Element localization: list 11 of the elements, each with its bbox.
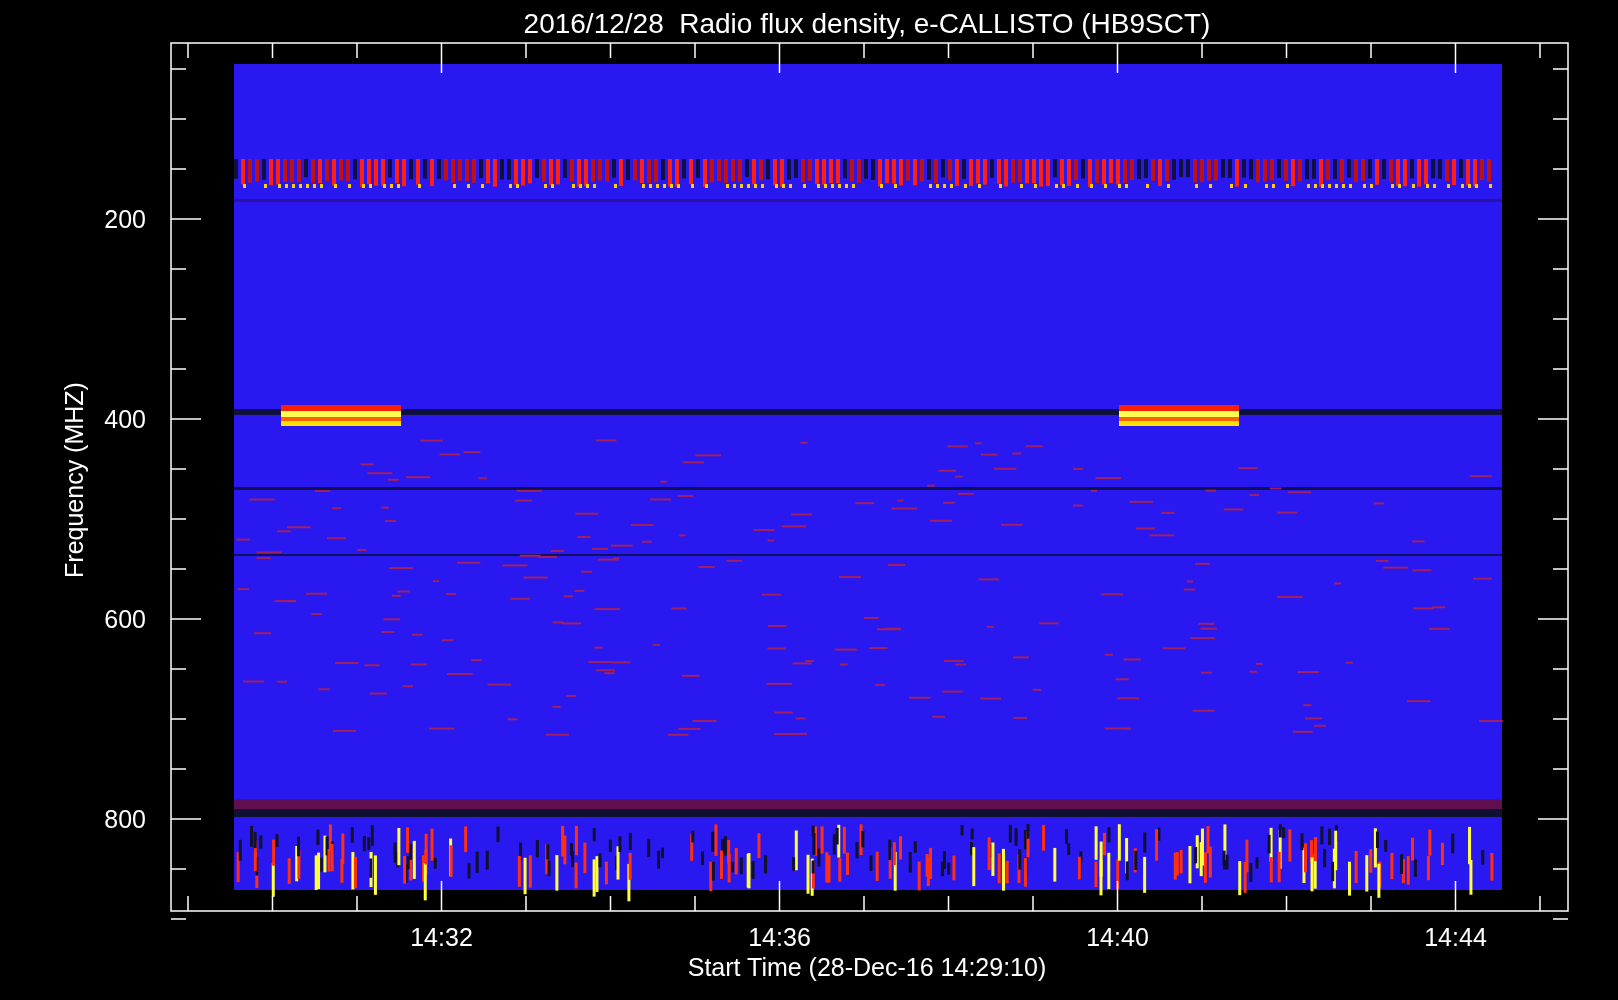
x-tick-label: 14:40 (1086, 923, 1149, 951)
y-axis-title: Frequency (MHZ) (60, 382, 88, 578)
x-tick-label: 14:36 (748, 923, 811, 951)
x-tick-label: 14:32 (410, 923, 473, 951)
x-axis-title: Start Time (28-Dec-16 14:29:10) (687, 953, 1047, 981)
plot-title: 2016/12/28 Radio flux density, e-CALLISTO (HB9SCT) (523, 8, 1211, 39)
y-tick-label: 800 (104, 805, 146, 833)
y-tick-label: 400 (104, 405, 146, 433)
y-tick-label: 600 (104, 605, 146, 633)
x-tick-label: 14:44 (1424, 923, 1487, 951)
y-tick-label: 200 (104, 205, 146, 233)
